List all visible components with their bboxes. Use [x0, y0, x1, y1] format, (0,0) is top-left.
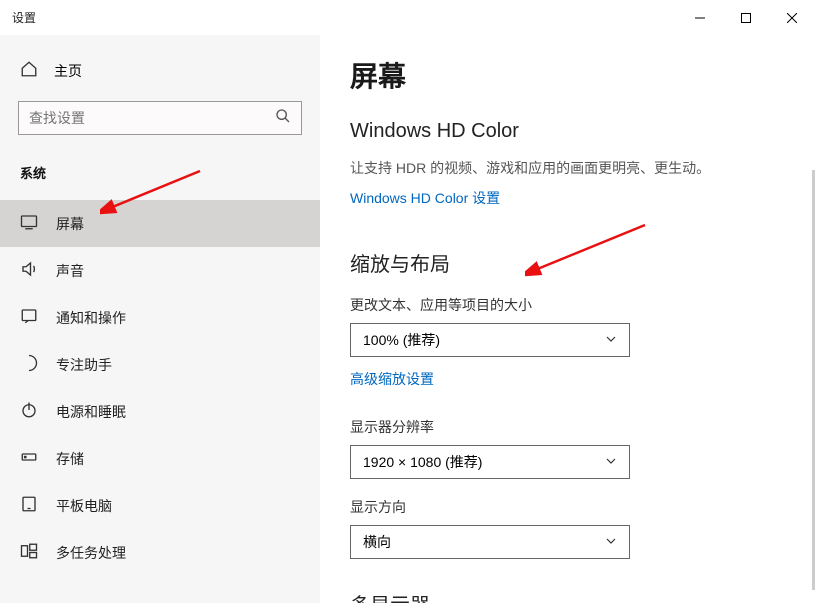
- multitask-icon: [20, 542, 38, 563]
- scale-dropdown[interactable]: 100% (推荐): [350, 323, 630, 357]
- sound-icon: [20, 260, 38, 281]
- orientation-label: 显示方向: [350, 497, 785, 517]
- sidebar-item-label: 电源和睡眠: [56, 402, 126, 422]
- home-button[interactable]: 主页: [0, 50, 320, 91]
- close-button[interactable]: [769, 2, 815, 34]
- advanced-scale-link[interactable]: 高级缩放设置: [350, 369, 434, 389]
- sidebar-item-display[interactable]: 屏幕: [0, 200, 320, 247]
- chevron-down-icon: [605, 454, 617, 470]
- chevron-down-icon: [605, 534, 617, 550]
- window-title: 设置: [12, 9, 36, 26]
- sidebar-item-multitask[interactable]: 多任务处理: [0, 529, 320, 576]
- sidebar-item-label: 通知和操作: [56, 308, 126, 328]
- hdcolor-desc: 让支持 HDR 的视频、游戏和应用的画面更明亮、更生动。: [350, 158, 785, 178]
- sidebar-item-label: 多任务处理: [56, 543, 126, 563]
- sidebar-item-label: 平板电脑: [56, 496, 112, 516]
- maximize-button[interactable]: [723, 2, 769, 34]
- multimonitor-heading: 多显示器: [350, 589, 785, 603]
- scale-label: 更改文本、应用等项目的大小: [350, 295, 785, 315]
- resolution-dropdown[interactable]: 1920 × 1080 (推荐): [350, 445, 630, 479]
- sidebar-item-notifications[interactable]: 通知和操作: [0, 294, 320, 341]
- search-icon: [275, 108, 291, 129]
- orientation-value: 横向: [363, 532, 391, 552]
- sidebar-item-label: 存储: [56, 449, 84, 469]
- scale-heading: 缩放与布局: [350, 248, 785, 277]
- scale-value: 100% (推荐): [363, 330, 440, 350]
- sidebar-item-label: 屏幕: [56, 214, 84, 234]
- sidebar-item-tablet[interactable]: 平板电脑: [0, 482, 320, 529]
- section-header: 系统: [0, 155, 320, 200]
- hdcolor-heading: Windows HD Color: [350, 120, 785, 143]
- orientation-dropdown[interactable]: 横向: [350, 525, 630, 559]
- focus-icon: [20, 354, 38, 375]
- notifications-icon: [20, 307, 38, 328]
- chevron-down-icon: [605, 332, 617, 348]
- resolution-value: 1920 × 1080 (推荐): [363, 452, 482, 472]
- sidebar-item-label: 专注助手: [56, 355, 112, 375]
- hdcolor-link[interactable]: Windows HD Color 设置: [350, 188, 500, 208]
- sidebar-item-focus[interactable]: 专注助手: [0, 341, 320, 388]
- home-icon: [20, 60, 38, 81]
- home-label: 主页: [54, 61, 82, 81]
- tablet-icon: [20, 495, 38, 516]
- minimize-button[interactable]: [677, 2, 723, 34]
- sidebar-item-power[interactable]: 电源和睡眠: [0, 388, 320, 435]
- sidebar-item-storage[interactable]: 存储: [0, 435, 320, 482]
- power-icon: [20, 401, 38, 422]
- sidebar-item-sound[interactable]: 声音: [0, 247, 320, 294]
- storage-icon: [20, 448, 38, 469]
- resolution-label: 显示器分辨率: [350, 417, 785, 437]
- search-input[interactable]: [18, 101, 302, 135]
- page-title: 屏幕: [350, 55, 785, 95]
- sidebar-item-label: 声音: [56, 261, 84, 281]
- display-icon: [20, 213, 38, 234]
